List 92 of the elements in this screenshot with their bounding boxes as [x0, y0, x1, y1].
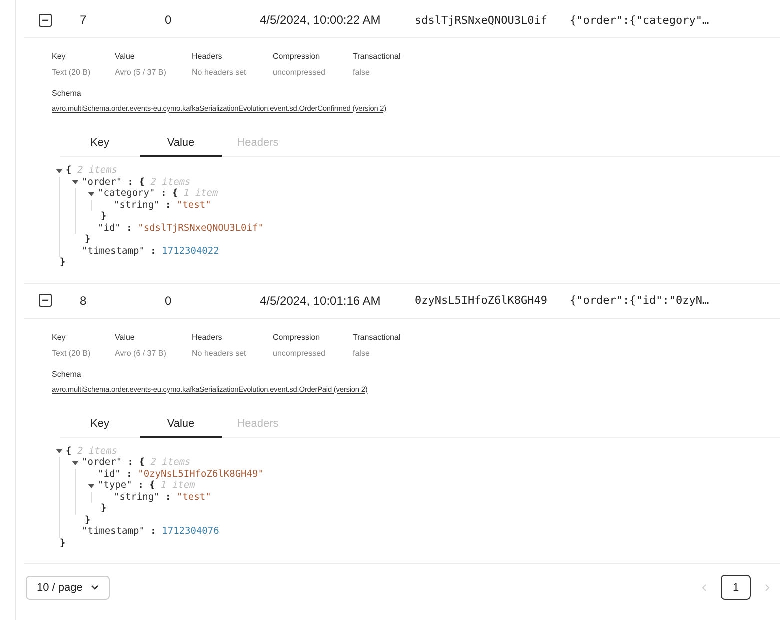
- tab[interactable]: Key: [60, 132, 140, 157]
- json-key: "string": [114, 492, 166, 503]
- table-cell-text: 7: [80, 13, 88, 27]
- json-brace: {: [172, 188, 178, 200]
- meta-value: false: [353, 348, 371, 358]
- meta-value: uncompressed: [273, 68, 326, 77]
- table-cell-text: sdslTjRSNxeQNOU3L0if: [415, 14, 548, 26]
- meta-value: Avro (5 / 37 B): [115, 68, 168, 77]
- json-colon: :: [166, 492, 172, 503]
- item-count: 1 item: [184, 188, 218, 200]
- json-value: 1712304022: [162, 246, 220, 257]
- json-key: "id": [98, 468, 127, 480]
- json-brace: }: [60, 257, 66, 268]
- json-key: "string": [114, 200, 166, 211]
- json-colon: :: [150, 246, 158, 257]
- json-key: "category": [98, 188, 161, 200]
- json-brace: }: [60, 538, 66, 549]
- item-count: 2 items: [77, 446, 118, 457]
- json-brace: {: [66, 446, 73, 457]
- meta-value: Avro (6 / 37 B): [115, 348, 168, 358]
- item-count: 2 items: [150, 457, 191, 468]
- table-cell-text: 0zyNsL5IHfoZ6lK8GH49: [415, 294, 548, 307]
- meta-value: false: [353, 68, 371, 77]
- collapse-button[interactable]: [39, 294, 52, 307]
- meta-value: uncompressed: [273, 348, 326, 358]
- json-key: "id": [98, 222, 127, 234]
- schema-label: Schema: [52, 89, 82, 98]
- meta-label: Transactional: [353, 52, 402, 61]
- meta-label: Transactional: [353, 332, 402, 342]
- tab[interactable]: Value: [140, 412, 222, 438]
- table-cell-text: {"order":{"id":"0zyN…: [570, 294, 710, 307]
- json-brace: }: [101, 503, 107, 514]
- json-colon: :: [128, 457, 135, 468]
- item-count: 1 item: [161, 480, 196, 492]
- table-cell-text: 4/5/2024, 10:00:22 AM: [260, 13, 382, 27]
- json-brace: {: [139, 176, 146, 188]
- caret-icon[interactable]: [56, 168, 63, 174]
- meta-label: Headers: [192, 52, 224, 61]
- caret-icon[interactable]: [56, 448, 63, 454]
- meta-value: No headers set: [192, 68, 248, 77]
- meta-value: Text (20 B): [52, 68, 92, 77]
- json-key: "timestamp": [82, 526, 151, 538]
- table-cell-text: 4/5/2024, 10:01:16 AM: [260, 294, 382, 308]
- json-brace: {: [150, 480, 156, 492]
- json-key: "type": [98, 480, 138, 492]
- meta-label: Key: [52, 332, 67, 342]
- table-cell-text: 0: [165, 294, 173, 308]
- meta-label: Value: [115, 52, 136, 61]
- minus-icon: [42, 297, 49, 304]
- json-key: "timestamp": [82, 246, 151, 257]
- meta-value: Text (20 B): [52, 348, 92, 358]
- json-value: 1712304076: [162, 526, 220, 538]
- json-colon: :: [126, 222, 134, 234]
- json-brace: }: [85, 514, 91, 526]
- json-value: "0zyNsL5IHfoZ6lK8GH49": [138, 468, 264, 480]
- json-value: "test": [176, 200, 212, 211]
- page-size-select[interactable]: 10 / page: [26, 576, 110, 600]
- meta-value: No headers set: [192, 348, 248, 358]
- meta-label: Headers: [192, 332, 224, 342]
- json-colon: :: [126, 468, 134, 480]
- table-cell-text: {"order":{"category"…: [570, 14, 710, 26]
- item-count: 2 items: [77, 165, 118, 176]
- meta-label: Key: [52, 52, 67, 61]
- json-colon: :: [160, 188, 168, 200]
- schema-label: Schema: [52, 370, 82, 378]
- caret-icon[interactable]: [88, 482, 95, 489]
- table-cell-text: 0: [165, 13, 173, 27]
- json-colon: :: [128, 176, 135, 188]
- page-button[interactable]: 1: [721, 575, 751, 600]
- meta-label: Compression: [273, 332, 322, 342]
- collapse-button[interactable]: [39, 14, 52, 26]
- caret-icon[interactable]: [88, 190, 95, 197]
- caret-icon[interactable]: [72, 460, 79, 466]
- json-value: "sdslTjRSNxeQNOU3L0if": [138, 222, 264, 234]
- json-brace: }: [85, 234, 91, 246]
- json-key: "order": [82, 457, 128, 468]
- json-brace: {: [66, 165, 73, 176]
- json-brace: }: [101, 211, 107, 222]
- item-count: 2 items: [150, 176, 191, 188]
- json-brace: {: [139, 457, 146, 468]
- table-cell-text: 8: [80, 294, 88, 308]
- json-colon: :: [166, 200, 172, 211]
- meta-label: Value: [115, 332, 136, 342]
- caret-icon[interactable]: [72, 179, 79, 186]
- chevron-down-icon: [90, 585, 99, 590]
- json-colon: :: [150, 526, 158, 538]
- tab[interactable]: Value: [140, 132, 222, 157]
- json-value: "test": [176, 492, 212, 503]
- tab[interactable]: Key: [60, 412, 140, 438]
- meta-label: Compression: [273, 52, 322, 61]
- json-colon: :: [138, 480, 145, 492]
- json-key: "order": [82, 176, 128, 188]
